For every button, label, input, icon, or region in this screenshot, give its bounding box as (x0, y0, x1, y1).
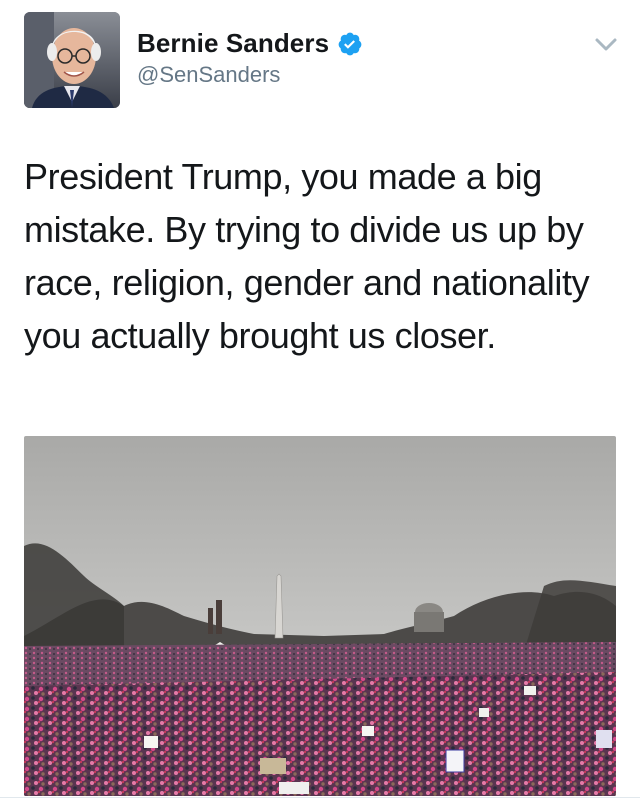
divider (0, 797, 640, 798)
author-handle[interactable]: @SenSanders (137, 62, 280, 88)
tweet-text: President Trump, you made a big mistake.… (24, 156, 590, 356)
avatar-photo (24, 12, 120, 108)
author-name-row[interactable]: Bernie Sanders (137, 28, 363, 59)
tweet-photo[interactable] (24, 436, 616, 796)
crowd-photo (24, 436, 616, 796)
verified-badge-icon (337, 31, 363, 57)
chevron-down-icon[interactable] (594, 34, 618, 56)
author-display-name[interactable]: Bernie Sanders (137, 28, 329, 59)
avatar[interactable] (24, 12, 120, 108)
